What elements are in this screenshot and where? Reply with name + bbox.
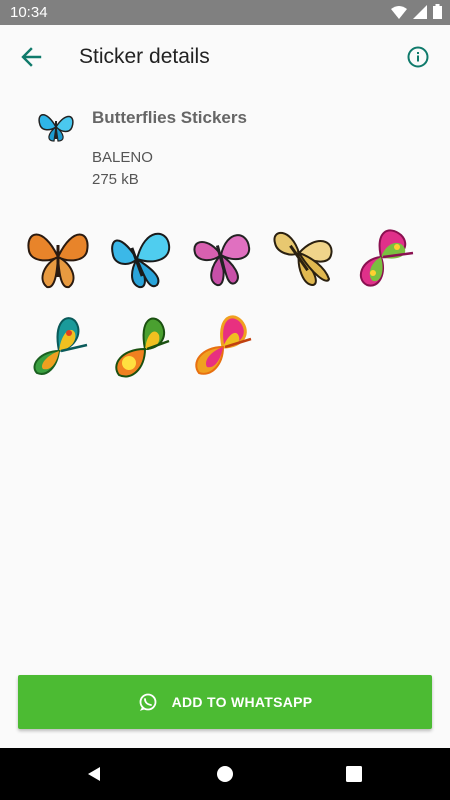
info-icon xyxy=(407,46,429,68)
sticker-item[interactable] xyxy=(268,222,340,294)
sticker-item[interactable] xyxy=(22,310,94,382)
status-time: 10:34 xyxy=(10,4,48,21)
sticker-item[interactable] xyxy=(186,222,258,294)
yellow-butterfly xyxy=(273,232,333,287)
battery-icon xyxy=(433,4,442,19)
nav-home-icon[interactable] xyxy=(215,764,235,784)
page-title: Sticker details xyxy=(79,45,210,68)
sticker-item[interactable] xyxy=(186,310,258,382)
app-bar: Sticker details xyxy=(0,25,450,89)
info-button[interactable] xyxy=(398,37,438,77)
nav-back-icon[interactable] xyxy=(84,764,104,784)
pack-name: Butterflies Stickers xyxy=(92,108,247,127)
pink-orange-butterfly xyxy=(195,315,252,375)
nav-recents-icon[interactable] xyxy=(345,765,363,783)
back-button[interactable] xyxy=(12,37,52,77)
system-nav-bar xyxy=(0,748,450,800)
sticker-grid xyxy=(22,222,432,398)
sticker-item[interactable] xyxy=(104,310,176,382)
pink-butterfly xyxy=(193,234,251,287)
pack-size: 275 kB xyxy=(92,171,139,188)
orange-monarch-butterfly xyxy=(27,233,89,289)
sticker-item[interactable] xyxy=(104,222,176,294)
sticker-item[interactable] xyxy=(22,222,94,294)
teal-yellow-butterfly xyxy=(33,317,88,375)
add-to-whatsapp-button[interactable]: ADD TO WHATSAPP xyxy=(18,675,432,729)
arrow-left-icon xyxy=(21,47,42,67)
signal-icon xyxy=(413,4,427,19)
green-orange-butterfly xyxy=(115,317,170,378)
add-button-label: ADD TO WHATSAPP xyxy=(171,694,313,710)
status-bar: 10:34 xyxy=(0,0,450,25)
magenta-green-butterfly xyxy=(359,229,414,287)
blue-butterfly xyxy=(111,232,171,289)
whatsapp-icon xyxy=(139,693,156,711)
wifi-icon xyxy=(391,5,407,19)
pack-header: Butterflies Stickers BALENO 275 kB xyxy=(0,100,450,200)
status-icons xyxy=(391,4,442,19)
pack-publisher: BALENO xyxy=(92,149,153,166)
pack-tray-icon xyxy=(36,105,76,145)
sticker-item[interactable] xyxy=(350,222,422,294)
